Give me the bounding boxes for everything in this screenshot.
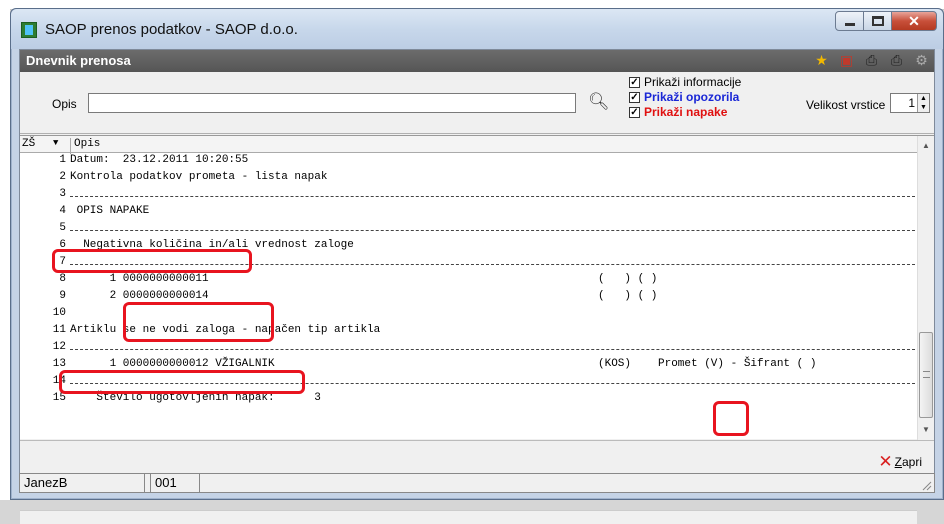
row-number: 3	[59, 188, 66, 200]
row-number: 12	[52, 341, 66, 353]
row-number: 5	[59, 222, 66, 234]
table-row[interactable]: 4 OPIS NAPAKE	[20, 205, 917, 222]
stepper-arrows-icon[interactable]: ▲ ▼	[917, 94, 929, 112]
panel-title: Dnevnik prenosa	[26, 53, 131, 68]
row-number: 2	[59, 171, 66, 183]
horizontal-scrollbar[interactable]	[20, 510, 917, 524]
checkbox-checked-icon: ✓	[629, 91, 640, 103]
row-number: 11	[52, 324, 66, 336]
show-info-checkbox[interactable]: ✓ Prikaži informacije	[629, 75, 741, 89]
highlight-box-promet-v	[713, 401, 749, 436]
tools-icon[interactable]: ⚙	[913, 52, 930, 69]
table-row[interactable]: 1 Datum: 23.12.2011 10:20:55	[20, 154, 917, 171]
row-number: 1	[59, 154, 66, 166]
row-size-value: 1	[908, 96, 915, 110]
row-text: 2 0000000000014	[70, 290, 209, 302]
row-number: 4	[59, 205, 66, 217]
row-text: 1 0000000000011	[70, 273, 209, 285]
show-info-label: Prikaži informacije	[644, 75, 742, 89]
scroll-up-icon[interactable]: ▲	[918, 138, 934, 154]
desktop-background-left	[0, 0, 10, 500]
show-errors-checkbox[interactable]: ✓ Prikaži napake	[629, 105, 727, 119]
resize-grip-icon[interactable]	[920, 479, 932, 491]
print-icon[interactable]: ⎙	[888, 52, 905, 69]
row-text: Datum: 23.12.2011 10:20:55	[70, 154, 249, 166]
show-warnings-label: Prikaži opozorila	[644, 90, 740, 104]
row-number: 9	[59, 290, 66, 302]
scroll-thumb[interactable]	[919, 332, 933, 418]
minimize-button[interactable]	[835, 11, 864, 31]
row-number: 10	[52, 307, 66, 319]
checkbox-checked-icon: ✓	[629, 106, 640, 118]
row-text: Kontrola podatkov prometa - lista napak	[70, 171, 328, 183]
close-icon: ✕	[908, 13, 920, 29]
checkbox-checked-icon: ✓	[629, 76, 640, 88]
export-icon[interactable]: ▣	[838, 52, 855, 69]
separator-line	[70, 196, 915, 197]
maximize-icon	[872, 16, 884, 26]
maximize-button[interactable]	[863, 11, 892, 31]
show-errors-label: Prikaži napake	[644, 105, 728, 119]
row-text: OPIS NAPAKE	[70, 205, 150, 217]
scroll-down-icon[interactable]: ▼	[918, 422, 934, 438]
log-grid: ZŠ ▼ Opis 1 Datum: 23.12.2011 10:20:55 2 Ko…	[20, 135, 934, 524]
vertical-scrollbar[interactable]: ▲ ▼	[917, 136, 934, 440]
row-size-stepper[interactable]: 1 ▲ ▼	[890, 93, 930, 113]
row-number: 15	[52, 392, 66, 404]
panel-header: Dnevnik prenosa ★ ▣ ⎙ ⎙ ⚙	[20, 50, 934, 72]
table-row[interactable]: 12	[20, 341, 917, 358]
row-unit: (KOS)	[598, 358, 632, 370]
close-window-button[interactable]: ✕	[891, 11, 937, 31]
app-window: SAOP prenos podatkov - SAOP d.o.o. ✕ Dne…	[10, 8, 944, 524]
show-warnings-checkbox[interactable]: ✓ Prikaži opozorila	[629, 90, 739, 104]
app-icon	[21, 22, 37, 38]
filter-bar: Opis 🔍︎ ✓ Prikaži informacije ✓ Prikaži …	[20, 72, 934, 134]
row-size-label: Velikost vrstice	[806, 98, 886, 112]
highlight-box-negativna	[52, 249, 252, 273]
table-row[interactable]: 5	[20, 222, 917, 239]
row-flags: Promet (V) - Šifrant ( )	[658, 358, 817, 370]
minimize-icon	[845, 23, 855, 26]
column-header-zs[interactable]: ZŠ	[22, 138, 35, 150]
row-text: 1 0000000000012 VŽIGALNIK	[70, 358, 275, 370]
table-row[interactable]: 15 Število ugotovljenih napak: 3	[20, 392, 917, 409]
table-row[interactable]: 8 1 0000000000011 ( ) ( )	[20, 273, 917, 290]
close-button[interactable]: ✕ Zapri	[878, 452, 922, 472]
table-row[interactable]: 2 Kontrola podatkov prometa - lista napak	[20, 171, 917, 188]
row-number: 13	[52, 358, 66, 370]
print-preview-icon[interactable]: ⎙	[863, 52, 880, 69]
highlight-box-articles	[123, 302, 274, 342]
close-button-label: Zapri	[894, 455, 922, 469]
sort-down-icon[interactable]: ▼	[53, 138, 58, 148]
row-unit: ( ) ( )	[598, 290, 658, 302]
window-title: SAOP prenos podatkov - SAOP d.o.o.	[45, 21, 298, 38]
status-user: JanezB	[22, 474, 145, 492]
highlight-box-artiklu	[59, 370, 305, 394]
search-icon[interactable]: 🔍︎	[588, 92, 610, 112]
panel-toolbar: ★ ▣ ⎙ ⎙ ⚙	[813, 52, 930, 69]
column-header-opis[interactable]: Opis	[70, 138, 100, 154]
separator-line	[70, 230, 915, 231]
separator-line	[70, 349, 915, 350]
status-code: 001	[150, 474, 200, 492]
opis-search-input[interactable]	[88, 93, 576, 113]
table-row[interactable]: 3	[20, 188, 917, 205]
close-x-icon: ✕	[878, 452, 893, 471]
row-number: 8	[59, 273, 66, 285]
window-controls: ✕	[835, 11, 937, 31]
grid-header: ZŠ ▼ Opis	[20, 136, 917, 154]
title-bar[interactable]: SAOP prenos podatkov - SAOP d.o.o. ✕	[11, 9, 943, 49]
status-bar: JanezB 001	[19, 473, 935, 493]
log-panel: Dnevnik prenosa ★ ▣ ⎙ ⎙ ⚙ Opis 🔍︎ ✓ Prik…	[19, 49, 935, 524]
opis-label: Opis	[52, 97, 77, 111]
star-icon[interactable]: ★	[813, 52, 830, 69]
grip-icon	[923, 371, 930, 378]
row-unit: ( ) ( )	[598, 273, 658, 285]
